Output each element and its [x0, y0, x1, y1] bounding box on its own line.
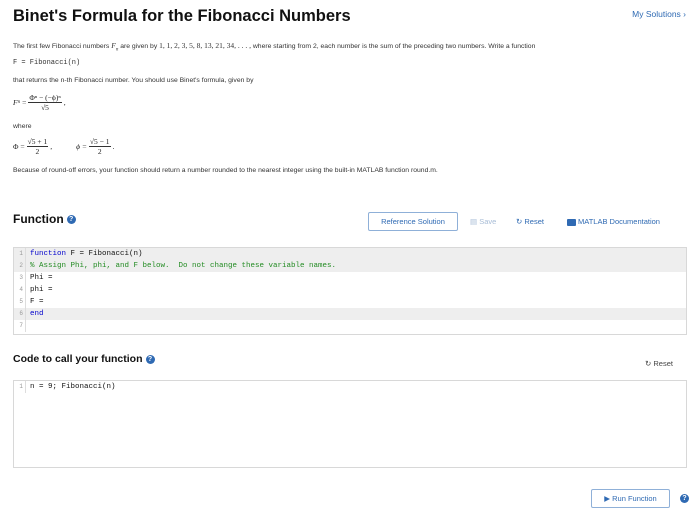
- save-icon: ▤: [470, 217, 478, 226]
- play-icon: ▶: [604, 494, 611, 503]
- description-paragraph-2: that returns the n-th Fibonacci number. …: [13, 77, 254, 84]
- function-signature: F = Fibonacci(n): [13, 59, 81, 67]
- phi-lower-fraction: √5 − 1 2: [88, 137, 111, 156]
- description-paragraph-3: Because of round-off errors, your functi…: [13, 167, 438, 174]
- reference-solution-button[interactable]: Reference Solution: [368, 212, 458, 231]
- code-line[interactable]: 4 phi =: [14, 284, 686, 296]
- binet-fraction: Φⁿ − (−ϕ)ⁿ √5: [28, 93, 62, 112]
- description-paragraph-1: The first few Fibonacci numbers Fn are g…: [13, 41, 536, 53]
- documentation-icon: [567, 218, 576, 226]
- call-help-icon[interactable]: ?: [145, 354, 155, 364]
- function-code-editor[interactable]: 1 function F = Fibonacci(n) 2% Assign Phi…: [13, 247, 687, 335]
- run-function-button[interactable]: ▶ Run Function: [591, 489, 670, 508]
- binet-formula: Fn = Φⁿ − (−ϕ)ⁿ √5 ,: [13, 93, 66, 112]
- reset-icon: ↻: [516, 217, 523, 226]
- code-line[interactable]: 7: [14, 320, 686, 332]
- reset-icon: ↻: [645, 359, 652, 368]
- code-line: 1 function F = Fibonacci(n): [14, 248, 686, 260]
- call-code-editor[interactable]: 1n = 9; Fibonacci(n): [13, 380, 687, 468]
- function-reset-button[interactable]: ↻ Reset: [516, 217, 544, 226]
- matlab-documentation-link[interactable]: MATLAB Documentation: [567, 217, 660, 226]
- where-label: where: [13, 123, 32, 130]
- code-line[interactable]: 1n = 9; Fibonacci(n): [14, 381, 686, 393]
- code-line: 2% Assign Phi, phi, and F below. Do not …: [14, 260, 686, 272]
- function-section-title: Function?: [13, 212, 76, 226]
- function-help-icon[interactable]: ?: [66, 215, 76, 225]
- phi-upper-fraction: √5 + 1 2: [26, 137, 49, 156]
- phi-definitions: Φ = √5 + 1 2 , ϕ = √5 − 1 2 .: [13, 137, 115, 156]
- my-solutions-link[interactable]: My Solutions ›: [632, 9, 686, 19]
- page-title: Binet's Formula for the Fibonacci Number…: [13, 7, 351, 25]
- code-line: 6 end: [14, 308, 686, 320]
- save-button[interactable]: ▤ Save: [470, 217, 496, 226]
- run-help-icon[interactable]: ?: [680, 494, 689, 503]
- code-line[interactable]: 5F =: [14, 296, 686, 308]
- code-line[interactable]: 3 Phi =: [14, 272, 686, 284]
- call-reset-button[interactable]: ↻ Reset: [645, 359, 673, 368]
- call-section-title: Code to call your function?: [13, 353, 155, 365]
